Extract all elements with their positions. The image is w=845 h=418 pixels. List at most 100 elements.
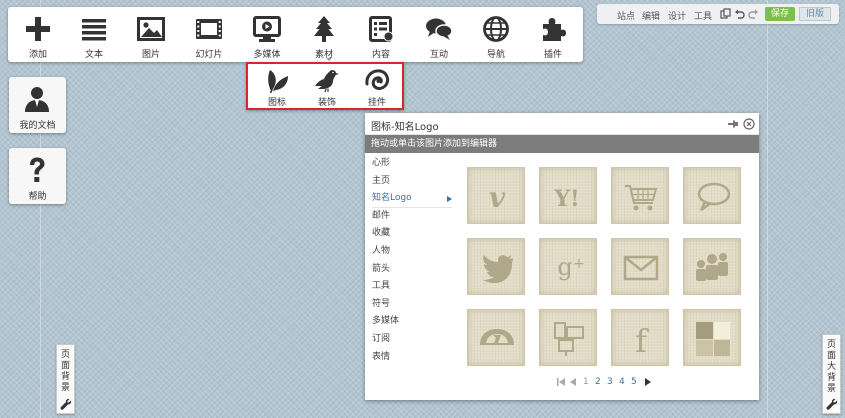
media-player-icon — [253, 16, 281, 42]
first-page-icon[interactable] — [556, 377, 566, 387]
selected-arrow-icon — [447, 196, 452, 203]
logo-tile[interactable] — [683, 238, 741, 295]
facebook-icon: f — [635, 322, 649, 359]
site-link[interactable]: 站点 — [617, 9, 635, 22]
category-item[interactable]: 表情 — [372, 349, 454, 367]
deviantart-icon — [480, 329, 514, 345]
film-strip-icon — [196, 19, 222, 39]
page-number[interactable]: 2 — [595, 377, 601, 387]
category-item[interactable]: 主页 — [372, 173, 454, 191]
add-button[interactable]: 添加 — [10, 7, 66, 62]
panel-header: 图标-知名Logo — [365, 113, 759, 135]
picture-icon — [137, 17, 165, 41]
edit-link[interactable]: 编辑 — [642, 9, 660, 22]
question-mark-icon — [30, 157, 45, 182]
slideshow-button[interactable]: 幻灯片 — [181, 7, 237, 62]
spiral-icon — [365, 69, 390, 90]
category-item[interactable]: 符号 — [372, 296, 454, 314]
pin-icon[interactable] — [727, 119, 739, 129]
logo-tile[interactable]: v — [467, 167, 525, 224]
mail-envelope-icon — [623, 255, 659, 281]
material-button[interactable]: 素材 — [296, 7, 352, 62]
svg-text:Y!: Y! — [553, 186, 579, 212]
leaf-icon — [268, 70, 288, 93]
page-number-current[interactable]: 1 — [583, 377, 589, 387]
text-lines-icon — [82, 19, 106, 41]
tools-link[interactable]: 工具 — [694, 9, 712, 22]
yahoo-icon: Y! — [553, 186, 579, 212]
content-button[interactable]: 内容 — [353, 7, 409, 62]
category-item[interactable]: 邮件 — [372, 208, 454, 226]
undo-icon[interactable] — [734, 8, 745, 19]
prev-page-icon[interactable] — [568, 377, 578, 387]
page-background-tab[interactable]: 页面背景 — [56, 344, 75, 414]
google-plus-icon: g + — [557, 253, 585, 281]
navigation-button[interactable]: 导航 — [468, 7, 524, 62]
category-item[interactable]: 心形 — [372, 155, 454, 173]
drag-hint-bar: 拖动或单击该图片添加到编辑器 — [365, 135, 759, 153]
page-number[interactable]: 4 — [619, 377, 625, 387]
sub-toolbar: 图标 装饰 挂件 — [246, 62, 404, 110]
category-item[interactable]: 订阅 — [372, 331, 454, 349]
my-documents-button[interactable]: 我的文档 — [9, 77, 66, 133]
design-link[interactable]: 设计 — [668, 9, 686, 22]
puzzle-icon — [543, 18, 566, 41]
picture-button[interactable]: 图片 — [123, 7, 179, 62]
text-button[interactable]: 文本 — [66, 7, 122, 62]
chat-bubbles-icon — [426, 18, 453, 40]
page-number[interactable]: 3 — [607, 377, 613, 387]
multimedia-button[interactable]: 多媒体 — [239, 7, 295, 62]
wrench-icon — [826, 398, 838, 410]
user-avatar-icon — [25, 87, 49, 112]
old-version-button[interactable]: 旧版 — [799, 7, 831, 21]
category-item[interactable]: 箭头 — [372, 261, 454, 279]
svg-text:v: v — [489, 181, 506, 214]
windows-blocks-icon — [696, 322, 730, 356]
logo-tile[interactable]: g + — [539, 238, 597, 295]
help-button[interactable]: 帮助 — [9, 148, 66, 204]
delicious-puzzle-icon — [554, 322, 584, 356]
speech-bubble-icon — [697, 182, 731, 212]
icon-library-panel: 图标-知名Logo 拖动或单击该图片添加到编辑器 心形 主页 知名Logo 邮件… — [365, 113, 759, 400]
close-icon[interactable] — [743, 118, 755, 130]
logo-tile[interactable]: Y! — [539, 167, 597, 224]
top-right-bar: 站点 编辑 设计 工具 保存 旧版 — [597, 4, 839, 24]
logo-tile[interactable]: f — [611, 309, 669, 366]
svg-text:g: g — [557, 253, 572, 281]
next-page-icon[interactable] — [643, 377, 653, 387]
category-item-selected[interactable]: 知名Logo — [372, 190, 454, 208]
copy-icon[interactable] — [720, 8, 731, 19]
logo-tile[interactable] — [611, 238, 669, 295]
dropdown-caret — [326, 58, 332, 61]
category-item[interactable]: 多媒体 — [372, 313, 454, 331]
shopping-cart-icon — [625, 185, 658, 211]
logo-tile[interactable] — [611, 167, 669, 224]
main-toolbar: 添加 文本 图片 幻灯片 多媒体 素材 内容 互动 导航 插件 — [8, 7, 583, 62]
content-list-icon — [369, 16, 394, 42]
interaction-button[interactable]: 互动 — [411, 7, 467, 62]
logo-tile[interactable] — [683, 167, 741, 224]
logo-tile[interactable] — [467, 238, 525, 295]
logo-tile[interactable] — [467, 309, 525, 366]
selected-underline — [372, 207, 452, 208]
category-item[interactable]: 人物 — [372, 243, 454, 261]
save-button[interactable]: 保存 — [765, 7, 795, 21]
plus-icon — [26, 17, 50, 41]
widget-button[interactable]: 挂件 — [352, 64, 402, 108]
decoration-button[interactable]: 装饰 — [302, 64, 352, 108]
category-list: 心形 主页 知名Logo 邮件 收藏 人物 箭头 工具 符号 多媒体 订阅 表情 — [372, 155, 454, 366]
page-number[interactable]: 5 — [631, 377, 637, 387]
logo-tile[interactable] — [683, 309, 741, 366]
myspace-icon — [696, 253, 728, 281]
icon-button[interactable]: 图标 — [252, 64, 302, 108]
panel-title: 图标-知名Logo — [371, 122, 439, 133]
svg-text:f: f — [635, 322, 649, 359]
page-big-background-tab[interactable]: 页面大背景 — [822, 334, 841, 414]
svg-text:+: + — [573, 256, 585, 272]
category-item[interactable]: 工具 — [372, 278, 454, 296]
category-item[interactable]: 收藏 — [372, 225, 454, 243]
plugin-button[interactable]: 插件 — [525, 7, 581, 62]
logo-tile[interactable] — [539, 309, 597, 366]
globe-icon — [483, 16, 509, 42]
redo-icon[interactable] — [748, 8, 759, 19]
